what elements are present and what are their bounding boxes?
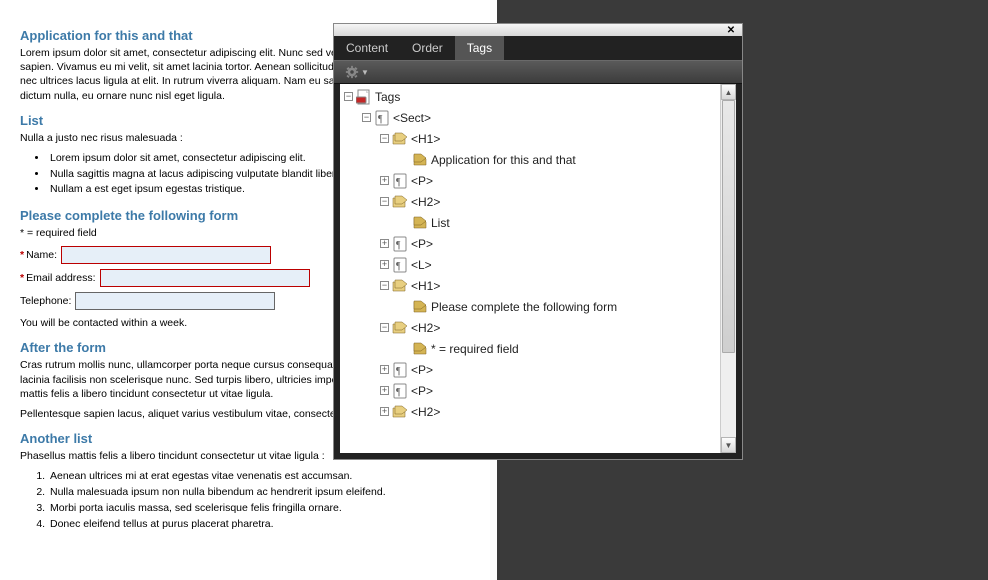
- telephone-field[interactable]: [75, 292, 275, 310]
- para-icon: [392, 362, 408, 378]
- para-icon: [392, 257, 408, 273]
- tree-label: * = required field: [431, 341, 519, 356]
- tree-row[interactable]: + <H2>: [340, 401, 720, 422]
- collapse-icon[interactable]: −: [380, 323, 389, 332]
- para-icon: [392, 173, 408, 189]
- tag-closed-icon: [412, 299, 428, 315]
- tree-label: List: [431, 215, 450, 230]
- label-telephone: Telephone:: [20, 295, 71, 307]
- tree-label: <P>: [411, 362, 433, 377]
- list-item: Aenean ultrices mi at erat egestas vitae…: [48, 469, 500, 485]
- tags-tree: −Tags−<Sect>−<H1>Application for this an…: [340, 86, 720, 422]
- tree-label: <P>: [411, 173, 433, 188]
- pdf-icon: [356, 89, 372, 105]
- tree-label: Tags: [375, 89, 400, 104]
- required-asterisk: *: [20, 272, 24, 284]
- tree-row[interactable]: − <H2>: [340, 191, 720, 212]
- tree-label: <H1>: [411, 131, 440, 146]
- tag-closed-icon: [412, 152, 428, 168]
- collapse-icon[interactable]: −: [362, 113, 371, 122]
- tree-row[interactable]: + <P>: [340, 170, 720, 191]
- email-field[interactable]: [100, 269, 310, 287]
- para-icon: [392, 383, 408, 399]
- label-email: Email address:: [26, 272, 95, 284]
- tags-panel: ✕ Content Order Tags ▼ −Tag: [333, 23, 743, 460]
- options-menu-button[interactable]: ▼: [340, 62, 374, 82]
- tab-content[interactable]: Content: [334, 36, 400, 60]
- expand-icon[interactable]: +: [380, 407, 389, 416]
- tag-open-icon: [392, 404, 408, 420]
- tree-row[interactable]: − <H1>: [340, 128, 720, 149]
- tree-row[interactable]: + <P>: [340, 233, 720, 254]
- expand-icon[interactable]: +: [380, 365, 389, 374]
- para-icon: [374, 110, 390, 126]
- ordered-list: Aenean ultrices mi at erat egestas vitae…: [48, 469, 500, 532]
- expand-icon[interactable]: +: [380, 386, 389, 395]
- tree-label: Application for this and that: [431, 152, 576, 167]
- collapse-icon[interactable]: −: [380, 281, 389, 290]
- tree-label: <H2>: [411, 194, 440, 209]
- tree-label: <P>: [411, 383, 433, 398]
- tag-closed-icon: [412, 341, 428, 357]
- tree-row[interactable]: + <P>: [340, 359, 720, 380]
- tree-row[interactable]: * = required field: [340, 338, 720, 359]
- tag-open-icon: [392, 278, 408, 294]
- label-name: Name:: [26, 249, 57, 261]
- list-item: Nulla malesuada ipsum non nulla bibendum…: [48, 485, 500, 501]
- tree-row[interactable]: Please complete the following form: [340, 296, 720, 317]
- expand-icon[interactable]: +: [380, 176, 389, 185]
- tree-row[interactable]: − <Sect>: [340, 107, 720, 128]
- tree-row[interactable]: + <L>: [340, 254, 720, 275]
- tree-label: <H2>: [411, 404, 440, 419]
- tag-open-icon: [392, 320, 408, 336]
- tree-scroll[interactable]: −Tags−<Sect>−<H1>Application for this an…: [340, 84, 720, 453]
- tag-open-icon: [392, 194, 408, 210]
- tree-label: <L>: [411, 257, 432, 272]
- collapse-icon[interactable]: −: [380, 134, 389, 143]
- list-item: Donec eleifend tellus at purus placerat …: [48, 517, 500, 533]
- panel-body: −Tags−<Sect>−<H1>Application for this an…: [340, 84, 736, 453]
- tree-row[interactable]: − <H1>: [340, 275, 720, 296]
- tree-row[interactable]: + <P>: [340, 380, 720, 401]
- tree-row[interactable]: − <H2>: [340, 317, 720, 338]
- scrollbar-thumb[interactable]: [722, 100, 735, 353]
- expand-icon[interactable]: +: [380, 260, 389, 269]
- panel-toolbar: ▼: [334, 60, 742, 84]
- required-asterisk: *: [20, 249, 24, 261]
- expand-icon[interactable]: +: [380, 239, 389, 248]
- tag-closed-icon: [412, 215, 428, 231]
- panel-titlebar[interactable]: ✕: [334, 24, 742, 36]
- tree-label: Please complete the following form: [431, 299, 617, 314]
- vertical-scrollbar[interactable]: ▲ ▼: [720, 84, 736, 453]
- collapse-icon[interactable]: −: [380, 197, 389, 206]
- tree-row[interactable]: − Tags: [340, 86, 720, 107]
- panel-tabs: Content Order Tags: [334, 36, 742, 60]
- scrollbar-track[interactable]: [721, 100, 736, 437]
- tree-row[interactable]: List: [340, 212, 720, 233]
- tree-label: <H2>: [411, 320, 440, 335]
- collapse-icon[interactable]: −: [344, 92, 353, 101]
- tab-order[interactable]: Order: [400, 36, 455, 60]
- close-icon[interactable]: ✕: [724, 25, 738, 35]
- tree-row[interactable]: Application for this and that: [340, 149, 720, 170]
- scroll-up-button[interactable]: ▲: [721, 84, 736, 100]
- tree-label: <H1>: [411, 278, 440, 293]
- tree-label: <P>: [411, 236, 433, 251]
- name-field[interactable]: [61, 246, 271, 264]
- scroll-down-button[interactable]: ▼: [721, 437, 736, 453]
- list-item: Morbi porta iaculis massa, sed scelerisq…: [48, 501, 500, 517]
- tab-tags[interactable]: Tags: [455, 36, 504, 60]
- tree-label: <Sect>: [393, 110, 431, 125]
- chevron-down-icon: ▼: [361, 68, 369, 77]
- gear-icon: [345, 65, 359, 79]
- tag-open-icon: [392, 131, 408, 147]
- para-icon: [392, 236, 408, 252]
